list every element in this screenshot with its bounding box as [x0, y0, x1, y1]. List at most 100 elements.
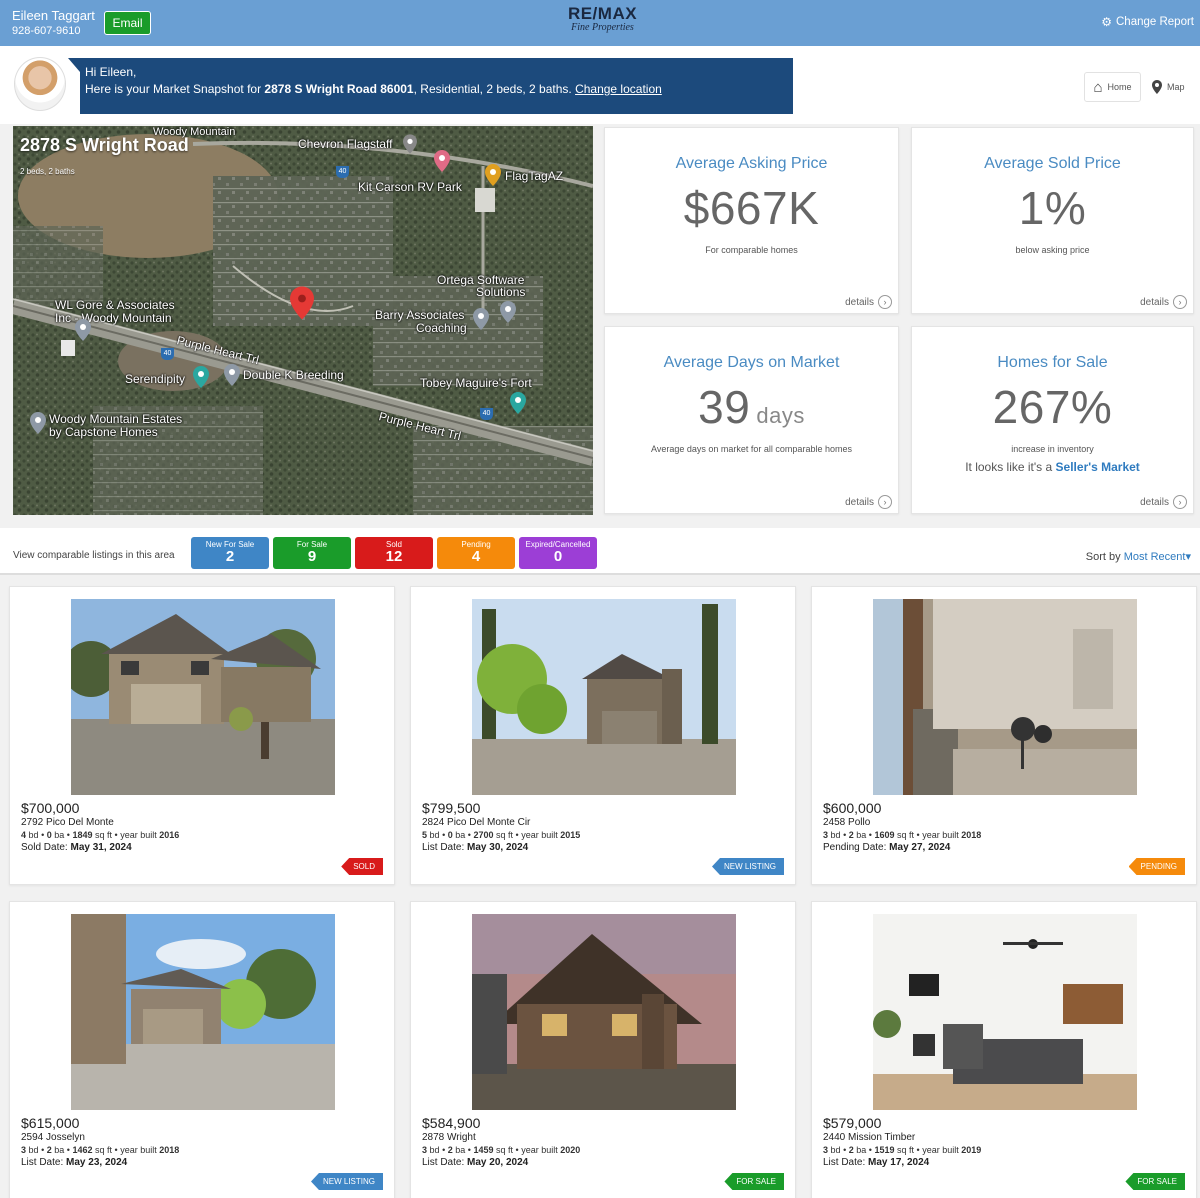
- poi-marker-icon[interactable]: [224, 364, 240, 386]
- spec-unit: ba: [856, 1145, 867, 1155]
- listing-specs: 3 bd • 2 ba • 1462 sq ft • year built 20…: [21, 1145, 179, 1155]
- change-report-button[interactable]: ⚙ Change Report: [1101, 15, 1194, 29]
- status-badge: NEW LISTING: [711, 858, 784, 875]
- status-badge: SOLD: [341, 858, 383, 875]
- poi-marker-icon[interactable]: [500, 301, 516, 323]
- spec-year: 2019: [961, 1145, 982, 1155]
- listing-photo[interactable]: [472, 599, 736, 795]
- listing-date: List Date: May 17, 2024: [823, 1157, 929, 1168]
- listing-photo[interactable]: [71, 914, 335, 1110]
- spec-sep: •: [41, 830, 45, 840]
- listing-address[interactable]: 2594 Josselyn: [21, 1132, 85, 1143]
- spec-unit: sq ft: [95, 1145, 113, 1155]
- greeting-bubble: Hi Eileen, Here is your Market Snapshot …: [68, 58, 793, 114]
- spec-unit: bd: [429, 1145, 440, 1155]
- stat-note: below asking price: [1015, 245, 1090, 255]
- pill-count: 12: [385, 548, 403, 565]
- spec-baths: 2: [848, 1145, 854, 1155]
- filter-new-for-sale[interactable]: New For Sale 2: [191, 537, 269, 569]
- poi-marker-icon[interactable]: [485, 164, 501, 186]
- map-label-flagtag: FlagTagAZ: [505, 169, 564, 183]
- poi-marker-icon[interactable]: [403, 134, 417, 154]
- listing-photo[interactable]: [71, 599, 335, 795]
- listing-price: $799,500: [422, 800, 481, 816]
- listing-address[interactable]: 2458 Pollo: [823, 817, 870, 828]
- stat-card-sold-price: Average Sold Price 1% below asking price…: [911, 127, 1194, 314]
- listing-photo[interactable]: [472, 914, 736, 1110]
- details-link[interactable]: details ›: [845, 295, 892, 309]
- details-link[interactable]: details ›: [1140, 295, 1187, 309]
- map-subtitle: 2 beds, 2 baths: [20, 167, 75, 176]
- map-label-woody: Woody Mountain: [153, 126, 236, 138]
- listing-filter-bar: View comparable listings in this area Ne…: [0, 528, 1200, 575]
- listing-address[interactable]: 2824 Pico Del Monte Cir: [422, 817, 530, 828]
- poi-marker-icon[interactable]: [473, 308, 489, 330]
- spec-baths: 0: [447, 830, 453, 840]
- listing-card[interactable]: $615,000 2594 Josselyn 3 bd • 2 ba • 1462 …: [9, 901, 395, 1198]
- stat-note: For comparable homes: [705, 245, 798, 255]
- sort-label: Sort by: [1085, 551, 1121, 563]
- date-label: List Date:: [422, 1157, 465, 1168]
- spec-unit: bd: [429, 830, 440, 840]
- subject-property-pin-icon[interactable]: [290, 286, 314, 320]
- spec-unit: bd: [830, 830, 841, 840]
- listing-date: Pending Date: May 27, 2024: [823, 842, 950, 853]
- date-label: List Date:: [823, 1157, 866, 1168]
- listing-photo[interactable]: [873, 914, 1137, 1110]
- spec-year: 2020: [560, 1145, 581, 1155]
- listing-address[interactable]: 2792 Pico Del Monte: [21, 817, 114, 828]
- status-badge: PENDING: [1128, 858, 1185, 875]
- stat-value: 267%: [992, 381, 1113, 433]
- listing-address[interactable]: 2878 Wright: [422, 1132, 476, 1143]
- spec-sep: •: [442, 1145, 446, 1155]
- change-location-link[interactable]: Change location: [575, 82, 662, 96]
- spec-sep: •: [868, 830, 872, 840]
- sort-control[interactable]: Sort by Most Recent▾: [1086, 550, 1191, 563]
- filter-expired-cancelled[interactable]: Expired/Cancelled 0: [519, 537, 597, 569]
- spec-unit: year built: [922, 830, 959, 840]
- listing-specs: 5 bd • 0 ba • 2700 sq ft • year built 20…: [422, 830, 580, 840]
- spec-unit: ba: [455, 830, 466, 840]
- listing-card[interactable]: $584,900 2878 Wright 3 bd • 2 ba • 1459 sq…: [410, 901, 796, 1198]
- greeting-address: 2878 S Wright Road 86001: [264, 82, 414, 96]
- email-button[interactable]: Email: [104, 11, 151, 35]
- poi-marker-icon[interactable]: [30, 412, 46, 434]
- spec-unit: bd: [28, 1145, 39, 1155]
- listing-card[interactable]: $579,000 2440 Mission Timber 3 bd • 2 ba •…: [811, 901, 1197, 1198]
- agent-phone[interactable]: 928-607-9610: [12, 25, 81, 37]
- spec-sep: •: [114, 1145, 118, 1155]
- nav-home-button[interactable]: ⌂ Home: [1084, 72, 1141, 102]
- poi-marker-icon[interactable]: [510, 392, 526, 414]
- details-link[interactable]: details ›: [1140, 495, 1187, 509]
- filter-label: View comparable listings in this area: [13, 550, 175, 561]
- filter-sold[interactable]: Sold 12: [355, 537, 433, 569]
- stat-value: 39 days: [605, 380, 898, 434]
- spec-beds: 3: [823, 1145, 829, 1155]
- listing-card[interactable]: $700,000 2792 Pico Del Monte 4 bd • 0 ba •…: [9, 586, 395, 885]
- satellite-map[interactable]: 2878 S Wright Road 2 beds, 2 baths Woody…: [13, 126, 593, 515]
- details-label: details: [845, 296, 874, 308]
- poi-marker-icon[interactable]: [434, 150, 450, 172]
- poi-marker-icon[interactable]: [75, 319, 91, 341]
- listing-address[interactable]: 2440 Mission Timber: [823, 1132, 915, 1143]
- filter-pending[interactable]: Pending 4: [437, 537, 515, 569]
- filter-for-sale[interactable]: For Sale 9: [273, 537, 351, 569]
- spec-sep: •: [916, 1145, 920, 1155]
- greeting-line: Here is your Market Snapshot for 2878 S …: [85, 81, 788, 98]
- spec-year: 2016: [159, 830, 180, 840]
- spec-unit: year built: [120, 1145, 157, 1155]
- chevron-right-icon: ›: [878, 295, 892, 309]
- poi-marker-icon[interactable]: [193, 366, 209, 388]
- stat-title: Average Asking Price: [675, 155, 828, 172]
- nav-map-button[interactable]: Map: [1152, 72, 1196, 102]
- top-bar: Eileen Taggart 928-607-9610 Email RE/MAX…: [0, 0, 1200, 46]
- listing-price: $584,900: [422, 1115, 481, 1131]
- listing-card[interactable]: $600,000 2458 Pollo 3 bd • 2 ba • 1609 sq …: [811, 586, 1197, 885]
- stat-note: Average days on market for all comparabl…: [651, 444, 852, 454]
- agent-avatar: [14, 57, 66, 111]
- details-link[interactable]: details ›: [845, 495, 892, 509]
- spec-sep: •: [843, 1145, 847, 1155]
- spec-sep: •: [66, 1145, 70, 1155]
- listing-photo[interactable]: [873, 599, 1137, 795]
- listing-card[interactable]: $799,500 2824 Pico Del Monte Cir 5 bd • 0 …: [410, 586, 796, 885]
